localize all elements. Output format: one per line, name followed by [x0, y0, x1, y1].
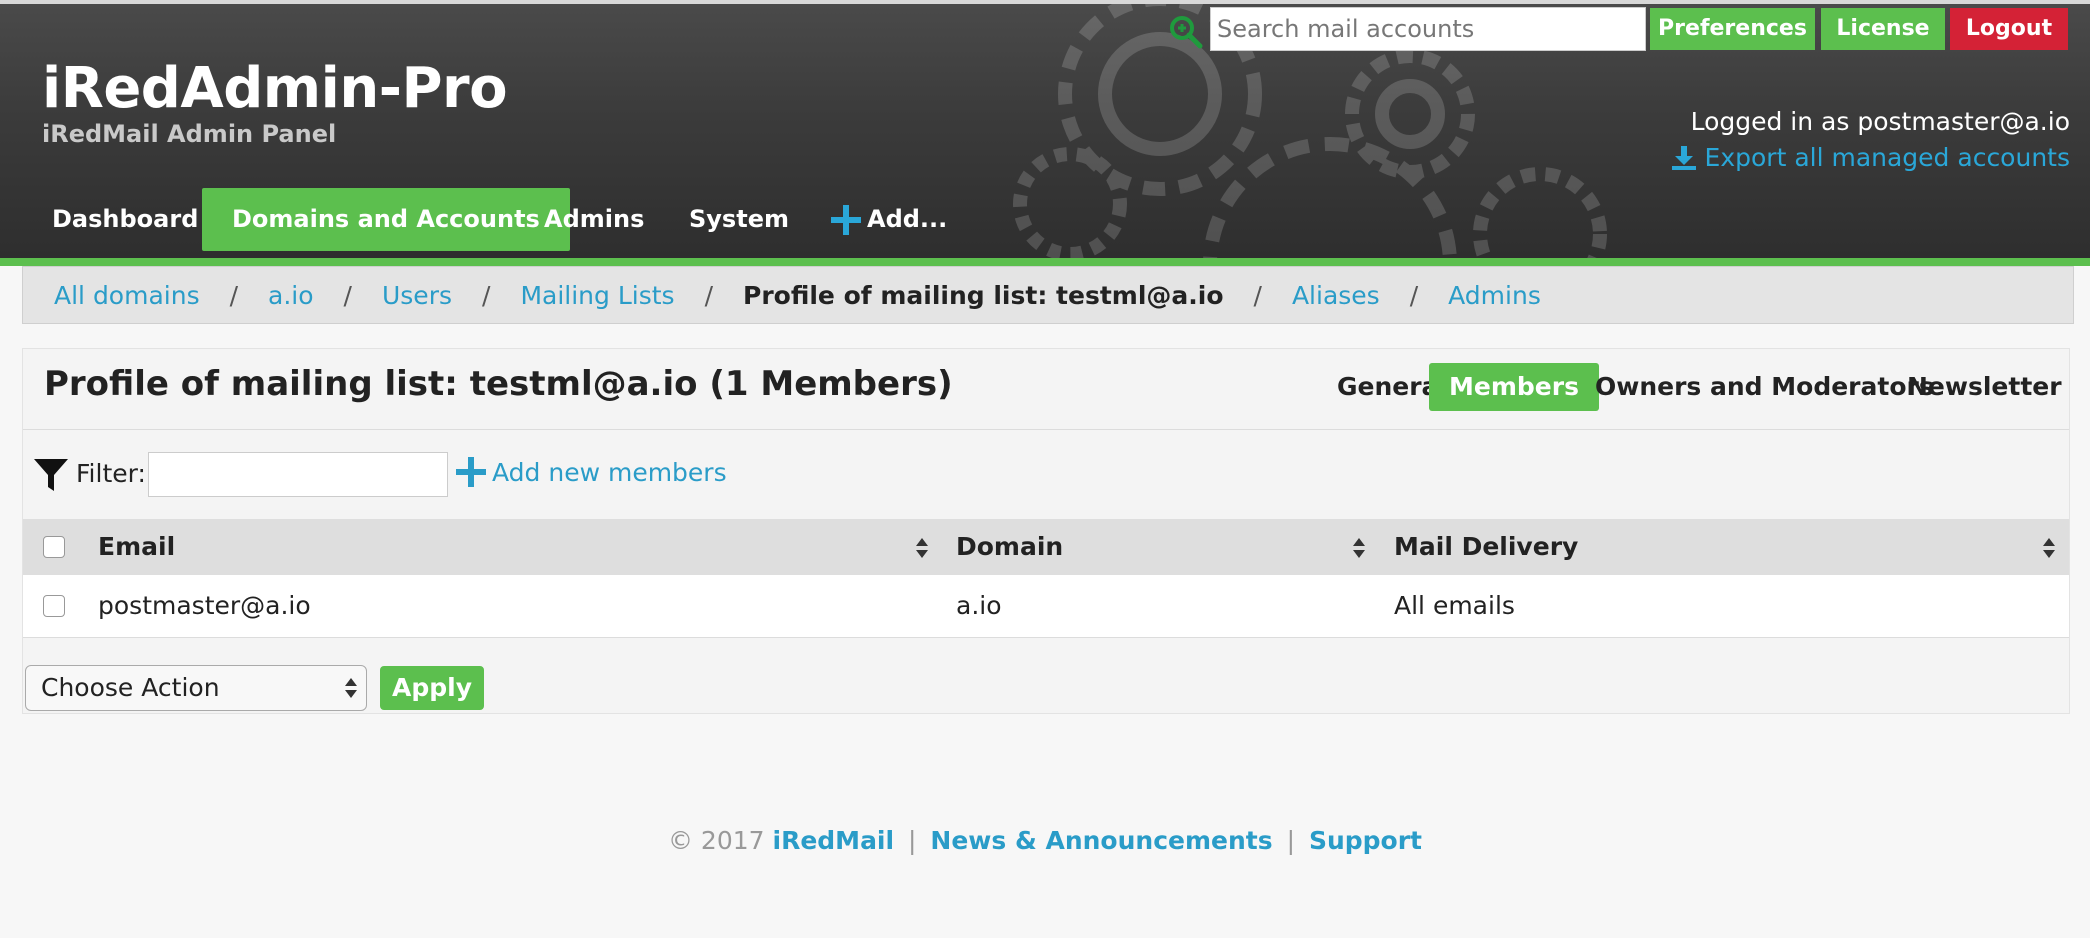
sort-icon[interactable]	[2042, 537, 2056, 559]
member-domain: a.io	[956, 591, 1002, 620]
crumb-separator: /	[1253, 280, 1262, 310]
header: iRedAdmin-Pro iRedMail Admin Panel Prefe…	[0, 0, 2090, 258]
brand-subtitle: iRedMail Admin Panel	[42, 120, 337, 148]
footer-iredmail-link[interactable]: iRedMail	[773, 826, 895, 855]
sort-icon[interactable]	[1352, 537, 1366, 559]
crumb-all-domains[interactable]: All domains	[54, 281, 200, 310]
crumb-users[interactable]: Users	[382, 281, 452, 310]
export-accounts-link[interactable]: Export all managed accounts	[1671, 143, 2070, 172]
download-icon	[1671, 145, 1696, 170]
logout-button[interactable]: Logout	[1950, 8, 2068, 50]
panel-header: Profile of mailing list: testml@a.io (1 …	[23, 349, 2069, 430]
search-icon[interactable]	[1168, 14, 1204, 50]
footer-support-link[interactable]: Support	[1309, 826, 1422, 855]
breadcrumb: All domains / a.io / Users / Mailing Lis…	[22, 266, 2074, 324]
chevron-updown-icon	[345, 678, 357, 698]
select-all-checkbox[interactable]	[43, 536, 65, 558]
crumb-separator: /	[229, 280, 239, 310]
tab-newsletter[interactable]: Newsletter	[1887, 363, 2082, 411]
footer-separator: |	[908, 826, 917, 855]
plus-icon	[456, 457, 486, 487]
crumb-separator: /	[482, 280, 491, 310]
members-panel: Profile of mailing list: testml@a.io (1 …	[22, 348, 2070, 714]
nav-add-label: Add...	[867, 205, 948, 233]
brand-title: iRedAdmin-Pro	[42, 56, 508, 121]
crumb-separator: /	[343, 280, 352, 310]
footer-news-link[interactable]: News & Announcements	[930, 826, 1272, 855]
table-header: Email Domain Mail Delivery	[23, 519, 2069, 575]
crumb-aliases[interactable]: Aliases	[1292, 281, 1380, 310]
add-members-link[interactable]: Add new members	[456, 457, 727, 487]
crumb-admins[interactable]: Admins	[1448, 281, 1541, 310]
nav-add[interactable]: Add...	[801, 188, 977, 251]
crumb-mailing-lists[interactable]: Mailing Lists	[520, 281, 674, 310]
nav-admins[interactable]: Admins	[514, 188, 674, 251]
sort-icon[interactable]	[915, 537, 929, 559]
footer: © 2017 iRedMail | News & Announcements |…	[0, 826, 2090, 855]
header-divider	[0, 258, 2090, 266]
filter-icon	[34, 459, 68, 491]
add-members-label: Add new members	[492, 457, 727, 487]
member-email: postmaster@a.io	[98, 591, 311, 620]
preferences-button[interactable]: Preferences	[1650, 8, 1815, 50]
nav-dashboard[interactable]: Dashboard	[22, 188, 228, 251]
plus-icon	[831, 204, 861, 235]
crumb-current: Profile of mailing list: testml@a.io	[743, 280, 1224, 310]
filter-label: Filter:	[76, 459, 146, 488]
column-mail-delivery[interactable]: Mail Delivery	[1394, 519, 1578, 575]
action-select[interactable]: Choose Action	[25, 665, 367, 711]
member-delivery: All emails	[1394, 591, 1515, 620]
crumb-domain[interactable]: a.io	[268, 281, 314, 310]
logged-in-text: Logged in as postmaster@a.io	[1690, 107, 2070, 136]
page-title: Profile of mailing list: testml@a.io (1 …	[44, 364, 953, 404]
row-checkbox[interactable]	[43, 595, 65, 617]
table-row: postmaster@a.io a.io All emails	[23, 575, 2069, 638]
tab-members[interactable]: Members	[1429, 363, 1599, 411]
apply-button[interactable]: Apply	[380, 666, 484, 710]
crumb-separator: /	[1409, 280, 1419, 310]
license-button[interactable]: License	[1821, 8, 1945, 50]
column-domain[interactable]: Domain	[956, 519, 1063, 575]
filter-input[interactable]	[148, 452, 448, 497]
crumb-separator: /	[704, 280, 713, 310]
footer-separator: |	[1286, 826, 1295, 855]
column-email[interactable]: Email	[98, 519, 175, 575]
action-select-value: Choose Action	[41, 673, 220, 702]
export-accounts-label: Export all managed accounts	[1704, 143, 2070, 172]
search-input[interactable]	[1210, 7, 1646, 51]
nav-system[interactable]: System	[659, 188, 819, 251]
footer-copyright: © 2017	[667, 826, 765, 855]
